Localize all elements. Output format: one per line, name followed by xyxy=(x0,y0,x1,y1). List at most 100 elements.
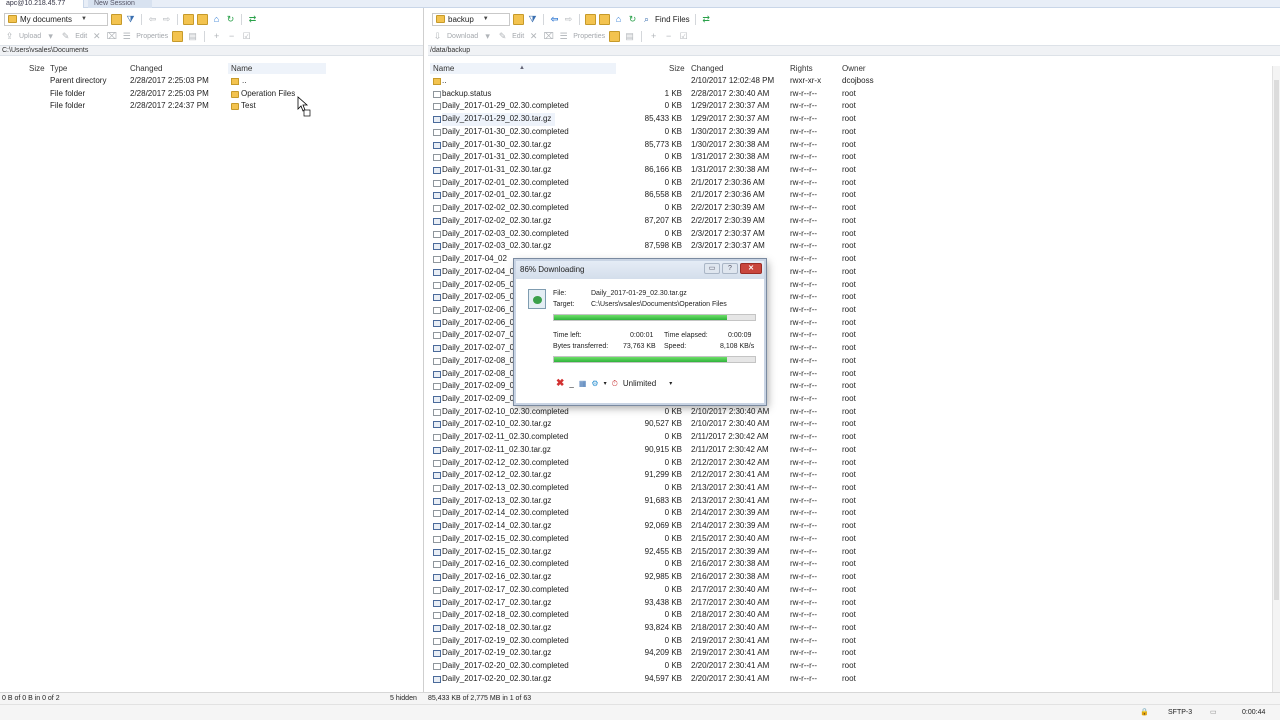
table-row[interactable]: Daily_2017-02-14_02.30.completed 0 KB 2/14… xyxy=(428,507,1280,520)
table-row[interactable]: Daily_2017-02-03_02.30.tar.gz 87,598 KB 2/… xyxy=(428,240,1280,253)
table-row[interactable]: File folder 2/28/2017 2:25:03 PM Operati… xyxy=(0,88,423,101)
unselect-icon[interactable]: − xyxy=(226,31,237,42)
chevron-down-icon[interactable]: ▾ xyxy=(604,380,607,387)
table-row[interactable]: Daily_2017-01-29_02.30.tar.gz 85,433 KB 1/… xyxy=(428,113,1280,126)
table-row[interactable]: Daily_2017-02-15_02.30.tar.gz 92,455 KB 2/… xyxy=(428,546,1280,559)
edit-icon[interactable]: ✎ xyxy=(60,31,71,42)
table-row[interactable]: Daily_2017-02-20_02.30.completed 0 KB 2/20… xyxy=(428,660,1280,673)
filter-icon[interactable]: ⧩ xyxy=(527,14,538,25)
table-row[interactable]: Daily_2017-02-17_02.30.tar.gz 93,438 KB 2/… xyxy=(428,597,1280,610)
column-owner[interactable]: Owner xyxy=(842,63,866,74)
table-row[interactable]: Daily_2017-02-13_02.30.tar.gz 91,683 KB 2/… xyxy=(428,495,1280,508)
root-folder-icon[interactable] xyxy=(599,13,610,25)
table-row[interactable]: Daily_2017-02-12_02.30.tar.gz 91,299 KB 2/… xyxy=(428,469,1280,482)
column-rights[interactable]: Rights xyxy=(790,63,813,74)
edit-button[interactable]: Edit xyxy=(512,33,524,40)
table-row[interactable]: Daily_2017-02-18_02.30.completed 0 KB 2/18… xyxy=(428,609,1280,622)
table-row[interactable]: Daily_2017-02-14_02.30.tar.gz 92,069 KB 2/… xyxy=(428,520,1280,533)
table-row[interactable]: Daily_2017-02-01_02.30.tar.gz 86,558 KB 2/… xyxy=(428,189,1280,202)
upload-icon[interactable]: ⇪ xyxy=(4,31,15,42)
table-row[interactable]: Daily_2017-02-19_02.30.completed 0 KB 2/19… xyxy=(428,635,1280,648)
table-row[interactable]: File folder 2/28/2017 2:24:37 PM Test xyxy=(0,100,423,113)
back-icon[interactable]: ⇦ xyxy=(147,14,158,25)
new-folder-icon[interactable] xyxy=(609,30,621,42)
properties-button[interactable]: Properties xyxy=(573,33,605,40)
table-row[interactable]: .. 2/10/2017 12:02:48 PM rwxr-xr-x dcojboss xyxy=(428,75,1280,88)
minimize-to-tray-icon[interactable]: _ xyxy=(569,379,573,388)
remote-scrollbar[interactable] xyxy=(1272,66,1280,692)
column-name[interactable]: Name xyxy=(228,63,326,74)
chevron-down-icon[interactable]: ▾ xyxy=(669,380,672,387)
table-row[interactable]: Daily_2017-02-18_02.30.tar.gz 93,824 KB 2/… xyxy=(428,622,1280,635)
cancel-transfer-icon[interactable]: ✖ xyxy=(556,378,564,389)
table-row[interactable]: Daily_2017-01-30_02.30.tar.gz 85,773 KB 1/… xyxy=(428,139,1280,152)
properties-icon[interactable]: ☰ xyxy=(121,31,132,42)
new-folder-icon[interactable] xyxy=(172,30,184,42)
upload-button[interactable]: Upload xyxy=(19,33,41,40)
dropdown-icon[interactable]: ▾ xyxy=(482,31,493,42)
properties-icon[interactable]: ☰ xyxy=(558,31,569,42)
new-file-icon[interactable]: ▤ xyxy=(624,31,635,42)
invert-selection-icon[interactable]: ☑ xyxy=(678,31,689,42)
table-row[interactable]: Daily_2017-02-15_02.30.completed 0 KB 2/15… xyxy=(428,533,1280,546)
invert-selection-icon[interactable]: ☑ xyxy=(241,31,252,42)
table-row[interactable]: Daily_2017-02-11_02.30.completed 0 KB 2/11… xyxy=(428,431,1280,444)
forward-icon[interactable]: ⇨ xyxy=(563,14,574,25)
table-row[interactable]: Daily_2017-02-20_02.30.tar.gz 94,597 KB 2/… xyxy=(428,673,1280,686)
properties-button[interactable]: Properties xyxy=(136,33,168,40)
table-row[interactable]: Daily_2017-01-30_02.30.completed 0 KB 1/30… xyxy=(428,126,1280,139)
rename-icon[interactable]: ⌧ xyxy=(543,31,554,42)
root-folder-icon[interactable] xyxy=(197,13,208,25)
column-changed[interactable]: Changed xyxy=(130,63,162,74)
back-icon[interactable]: ⇦ xyxy=(549,14,560,25)
speed-limit-value[interactable]: Unlimited xyxy=(623,379,656,388)
settings-gear-icon[interactable]: ⚙ xyxy=(591,379,598,388)
table-row[interactable]: Daily_2017-02-17_02.30.completed 0 KB 2/17… xyxy=(428,584,1280,597)
filter-icon[interactable]: ⧩ xyxy=(125,14,136,25)
remote-folder-select[interactable]: backup ▼ xyxy=(432,12,510,26)
help-button[interactable]: ? xyxy=(722,263,738,274)
queue-icon[interactable]: ▦ xyxy=(579,379,587,388)
tab-new-session[interactable]: New Session xyxy=(88,0,152,8)
new-file-icon[interactable]: ▤ xyxy=(187,31,198,42)
open-folder-icon[interactable] xyxy=(513,13,524,25)
minimize-button[interactable]: ▭ xyxy=(704,263,720,274)
local-path-bar[interactable]: C:\Users\vsales\Documents xyxy=(0,45,423,56)
table-row[interactable]: Daily_2017-02-01_02.30.completed 0 KB 2/1/… xyxy=(428,177,1280,190)
edit-icon[interactable]: ✎ xyxy=(497,31,508,42)
dropdown-icon[interactable]: ▾ xyxy=(45,31,56,42)
home-icon[interactable]: ⌂ xyxy=(613,14,624,25)
scrollbar-thumb[interactable] xyxy=(1274,80,1279,600)
table-row[interactable]: backup.status 1 KB 2/28/2017 2:30:40 AM rw-… xyxy=(428,88,1280,101)
tab-session[interactable]: apc@10.218.45.77 xyxy=(0,0,84,8)
close-button[interactable]: ✕ xyxy=(740,263,762,274)
column-changed[interactable]: Changed xyxy=(691,63,723,74)
refresh-icon[interactable]: ↻ xyxy=(627,14,638,25)
forward-icon[interactable]: ⇨ xyxy=(161,14,172,25)
column-type[interactable]: Type xyxy=(50,63,67,74)
column-size[interactable]: Size xyxy=(29,63,45,74)
download-icon[interactable]: ⇩ xyxy=(432,31,443,42)
remote-path-bar[interactable]: /data/backup xyxy=(428,45,1280,56)
home-icon[interactable]: ⌂ xyxy=(211,14,222,25)
find-files-button[interactable]: Find Files xyxy=(655,15,690,24)
table-row[interactable]: Daily_2017-01-31_02.30.completed 0 KB 1/31… xyxy=(428,151,1280,164)
table-row[interactable]: Daily_2017-02-10_02.30.completed 0 KB 2/10… xyxy=(428,406,1280,419)
delete-icon[interactable]: ✕ xyxy=(528,31,539,42)
table-row[interactable]: Daily_2017-02-03_02.30.completed 0 KB 2/3/… xyxy=(428,228,1280,241)
table-row[interactable]: Daily_2017-02-02_02.30.completed 0 KB 2/2/… xyxy=(428,202,1280,215)
table-row[interactable]: Daily_2017-02-16_02.30.completed 0 KB 2/16… xyxy=(428,558,1280,571)
edit-button[interactable]: Edit xyxy=(75,33,87,40)
column-size[interactable]: Size xyxy=(669,63,685,74)
unselect-icon[interactable]: − xyxy=(663,31,674,42)
sync-icon[interactable]: ⇄ xyxy=(701,14,712,25)
table-row[interactable]: Daily_2017-02-12_02.30.completed 0 KB 2/12… xyxy=(428,457,1280,470)
refresh-icon[interactable]: ↻ xyxy=(225,14,236,25)
sync-icon[interactable]: ⇄ xyxy=(247,14,258,25)
table-row[interactable]: Daily_2017-02-02_02.30.tar.gz 87,207 KB 2/… xyxy=(428,215,1280,228)
table-row[interactable]: Daily_2017-02-19_02.30.tar.gz 94,209 KB 2/… xyxy=(428,647,1280,660)
download-button[interactable]: Download xyxy=(447,33,478,40)
parent-folder-icon[interactable] xyxy=(183,13,194,25)
parent-folder-icon[interactable] xyxy=(585,13,596,25)
select-all-icon[interactable]: + xyxy=(648,31,659,42)
